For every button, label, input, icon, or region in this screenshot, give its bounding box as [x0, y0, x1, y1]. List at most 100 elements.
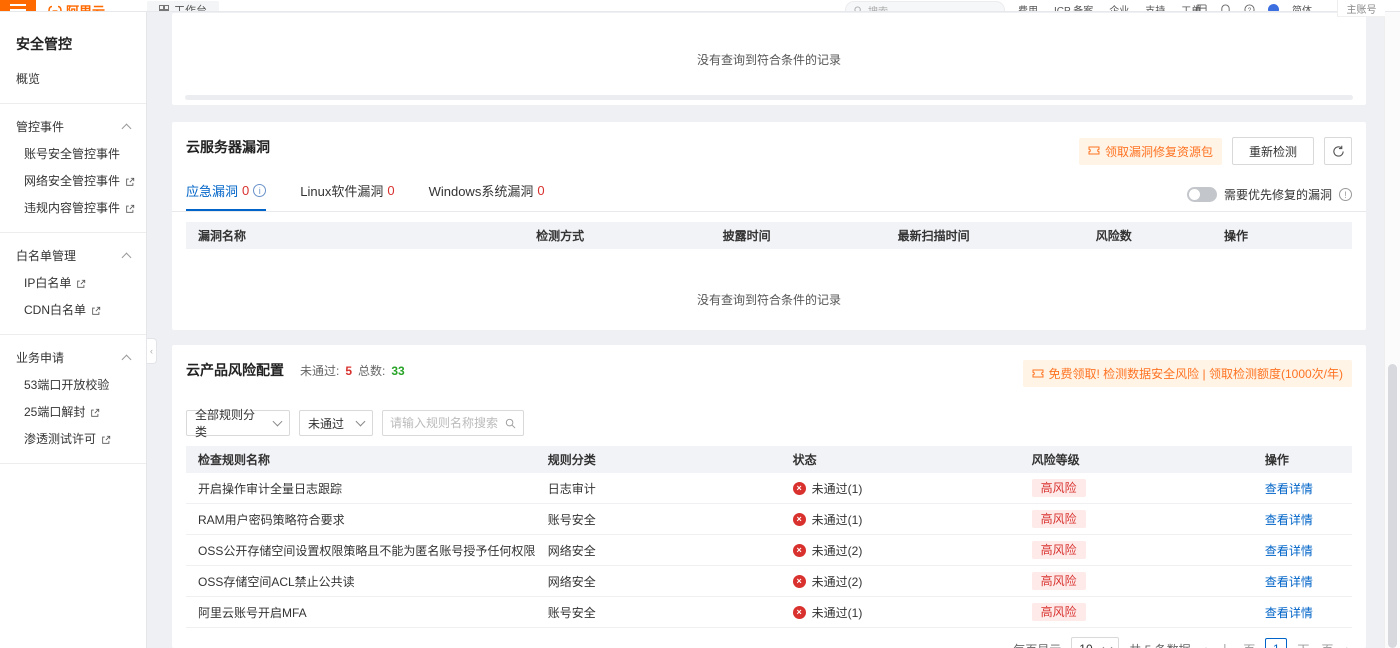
total-label: 总数: — [358, 364, 386, 378]
sidebar-group-whitelist[interactable]: 白名单管理 — [0, 243, 146, 270]
search-placeholder: 搜索... — [868, 6, 897, 12]
sidebar-item-pentest-permission[interactable]: 渗透测试许可 — [0, 426, 146, 453]
current-page-button[interactable]: 1 — [1265, 638, 1288, 648]
sidebar-group-business-apply[interactable]: 业务申请 — [0, 345, 146, 372]
sidebar-item-overview[interactable]: 概览 — [0, 66, 146, 93]
sidebar-divider — [0, 334, 146, 335]
status-text: 未通过(2) — [811, 543, 863, 558]
table-row: 开启操作审计全量日志跟踪 日志审计 未通过(1) 高风险 查看详情 — [186, 473, 1352, 504]
account-type-label: 主账号 — [1337, 0, 1385, 17]
col-last-scan-time: 最新扫描时间 — [897, 229, 970, 243]
sidebar-item-port53-check[interactable]: 53端口开放校验 — [0, 372, 146, 399]
locale-switch[interactable]: 简体 — [1292, 2, 1312, 11]
rule-search-input[interactable] — [390, 416, 501, 430]
sidebar-item-violation-content-events[interactable]: 违规内容管控事件 — [0, 195, 146, 222]
tab-linux-vuln[interactable]: Linux软件漏洞 0 — [300, 177, 394, 211]
sidebar-group-events[interactable]: 管控事件 — [0, 114, 146, 141]
data-risk-promo[interactable]: 免费领取! 检测数据安全风险 | 领取检测额度(1000次/年) — [1022, 360, 1352, 387]
sidebar-item-port25-unblock[interactable]: 25端口解封 — [0, 399, 146, 426]
sidebar-item-account-security-events[interactable]: 账号安全管控事件 — [0, 141, 146, 168]
previous-section-card: 没有查询到符合条件的记录 — [172, 13, 1366, 105]
col-vuln-name: 漏洞名称 — [198, 229, 247, 243]
status-text: 未通过(1) — [811, 605, 863, 620]
col-disclosure-time: 披露时间 — [722, 229, 771, 243]
sidebar-collapse-handle[interactable]: ‹ — [147, 338, 157, 364]
sidebar-item-cdn-whitelist[interactable]: CDN白名单 — [0, 297, 146, 324]
workbench-icon — [159, 5, 170, 11]
prev-page-button[interactable]: 上一页 — [1219, 641, 1255, 648]
server-vulnerability-card: 云服务器漏洞 领取漏洞修复资源包 重新检测 应急漏洞 0 i Linux软件漏洞… — [172, 122, 1366, 330]
rule-name: OSS存储空间ACL禁止公共读 — [198, 574, 355, 589]
per-page-label: 每页显示 — [1013, 641, 1061, 648]
rule-category-select[interactable]: 全部规则分类 — [186, 408, 290, 439]
total-count: 33 — [391, 363, 405, 378]
prev-page-arrow-icon[interactable]: ‹ — [1201, 641, 1210, 648]
warn-info-icon[interactable]: ! — [1339, 188, 1352, 201]
logo-text: 阿里云 — [66, 4, 106, 12]
info-icon[interactable]: i — [253, 184, 267, 197]
chevron-down-icon — [272, 416, 283, 426]
fail-status-icon — [792, 605, 806, 619]
risk-table-header: 检查规则名称 规则分类 状态 风险等级 操作 — [186, 446, 1352, 473]
external-link-icon — [126, 204, 135, 213]
vuln-card-title: 云服务器漏洞 — [186, 139, 270, 155]
app-grid-icon[interactable] — [1196, 4, 1207, 12]
per-page-select[interactable]: 10 — [1071, 637, 1120, 648]
rule-search-box[interactable] — [382, 410, 524, 436]
col-risk-count: 风险数 — [1095, 229, 1132, 243]
menu-icp[interactable]: ICP 备案 — [1054, 2, 1093, 11]
sidebar: 安全管控 概览 管控事件 账号安全管控事件 网络安全管控事件 违规内容管控事件 … — [0, 12, 147, 648]
risk-level-badge: 高风险 — [1031, 541, 1086, 559]
external-link-icon — [102, 435, 111, 444]
external-link-icon — [92, 306, 101, 315]
tab-emergency-vuln[interactable]: 应急漏洞 0 i — [186, 177, 267, 211]
global-search-input[interactable]: 搜索... — [845, 1, 1005, 12]
tab-windows-vuln[interactable]: Windows系统漏洞 0 — [429, 177, 545, 211]
workbench-button[interactable]: 工作台 — [147, 1, 220, 11]
status-filter-select[interactable]: 未通过 — [299, 410, 373, 436]
refresh-button[interactable] — [1324, 137, 1352, 165]
top-nav-bar: 阿里云 工作台 搜索... 费用 ICP 备案 企业 支持 工单 ? 简体 — [0, 0, 1400, 12]
aliyun-logo[interactable]: 阿里云 — [48, 0, 106, 12]
view-details-link[interactable]: 查看详情 — [1265, 604, 1313, 621]
bell-icon[interactable] — [1220, 4, 1231, 12]
view-details-link[interactable]: 查看详情 — [1265, 573, 1313, 590]
sidebar-item-ip-whitelist[interactable]: IP白名单 — [0, 270, 146, 297]
menu-support[interactable]: 支持 — [1145, 2, 1165, 11]
sidebar-divider — [0, 103, 146, 104]
view-details-link[interactable]: 查看详情 — [1265, 542, 1313, 559]
help-icon[interactable]: ? — [1244, 4, 1255, 12]
empty-result-text: 没有查询到符合条件的记录 — [696, 293, 841, 307]
avatar[interactable] — [1268, 4, 1279, 11]
horizontal-scrollbar[interactable] — [185, 95, 1353, 100]
priority-fix-toggle[interactable] — [1186, 187, 1217, 202]
menu-enterprise[interactable]: 企业 — [1109, 2, 1129, 11]
fail-label: 未通过: — [300, 364, 340, 378]
menu-billing[interactable]: 费用 — [1018, 2, 1038, 11]
tab-count: 0 — [537, 183, 545, 198]
risk-stats: 未通过: 5 总数: 33 — [300, 360, 405, 379]
fail-status-icon — [792, 543, 806, 557]
vertical-scrollbar[interactable] — [1384, 12, 1400, 648]
status-text: 未通过(1) — [811, 512, 863, 527]
view-details-link[interactable]: 查看详情 — [1265, 511, 1313, 528]
chevron-up-icon — [121, 354, 132, 365]
risk-level-badge: 高风险 — [1031, 479, 1086, 497]
next-page-arrow-icon[interactable]: › — [1343, 641, 1352, 648]
col-action: 操作 — [1224, 229, 1249, 243]
chevron-down-icon — [1102, 642, 1113, 648]
coupon-icon — [1032, 369, 1044, 377]
col-rule-category: 规则分类 — [547, 453, 596, 467]
scrollbar-thumb[interactable] — [1388, 364, 1397, 648]
rule-category: 账号安全 — [547, 512, 596, 527]
risk-level-badge: 高风险 — [1031, 572, 1086, 590]
view-details-link[interactable]: 查看详情 — [1265, 480, 1313, 497]
recheck-button[interactable]: 重新检测 — [1231, 137, 1314, 165]
fail-status-icon — [792, 512, 806, 526]
chevron-up-icon — [121, 252, 132, 263]
next-page-button[interactable]: 下一页 — [1297, 641, 1333, 648]
coupon-icon — [1088, 146, 1100, 155]
sidebar-item-network-security-events[interactable]: 网络安全管控事件 — [0, 168, 146, 195]
vuln-fix-package-promo[interactable]: 领取漏洞修复资源包 — [1078, 137, 1222, 165]
hamburger-menu-icon[interactable] — [0, 0, 36, 11]
